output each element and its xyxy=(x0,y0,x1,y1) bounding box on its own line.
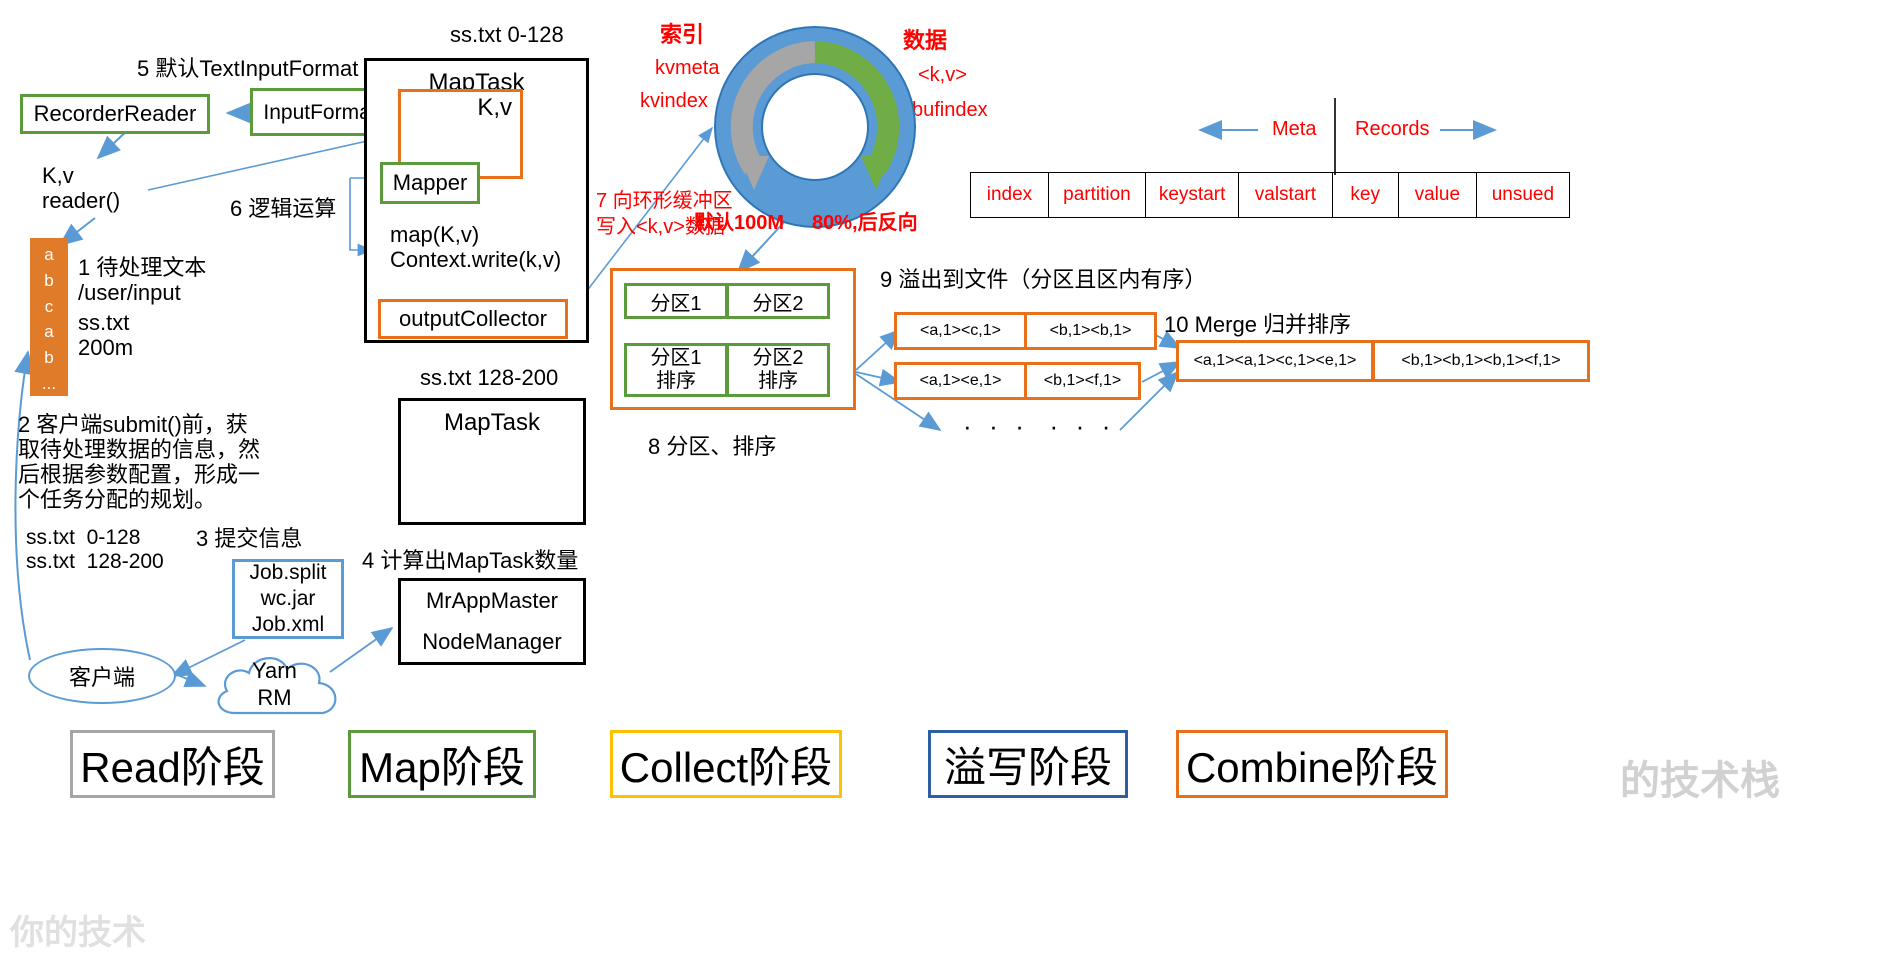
partition-2-sorted-box[interactable]: 分区2 排序 xyxy=(726,343,830,397)
job-xml-label: Job.xml xyxy=(251,613,325,637)
ring-kv-label: <k,v> xyxy=(918,64,967,86)
file-line: c xyxy=(44,296,54,316)
phase-combine-label: Combine阶段 xyxy=(1185,743,1439,791)
step-2-splits: ss.txt 0-128 ss.txt 128-200 xyxy=(26,526,164,573)
meta-header-cell: index xyxy=(971,173,1049,217)
step-1-label: 1 待处理文本 /user/input xyxy=(78,255,207,306)
merge-cell[interactable]: <b,1><b,1><b,1><f,1> xyxy=(1372,340,1590,382)
maptask1-title: ss.txt 0-128 xyxy=(450,22,564,47)
meta-header-cell: valstart xyxy=(1239,173,1333,217)
file-line: b xyxy=(44,348,54,368)
wc-jar-label: wc.jar xyxy=(260,586,316,610)
ring-kvindex-label: kvindex xyxy=(640,90,708,112)
partition-1-box[interactable]: 分区1 xyxy=(624,283,728,319)
meta-header-cell: value xyxy=(1399,173,1477,217)
step-6-label: 6 逻辑运算 xyxy=(230,196,337,221)
spill-ellipsis: · · · · · · xyxy=(963,411,1112,441)
recorder-reader-label: RecorderReader xyxy=(33,101,197,126)
step-5-label: 5 默认TextInputFormat xyxy=(137,56,359,81)
meta-records-table: index partition keystart valstart key va… xyxy=(970,172,1570,218)
merge-cell-label: <b,1><b,1><b,1><f,1> xyxy=(1401,352,1561,369)
kv-label: K,v xyxy=(477,94,512,121)
meta-header-cell: keystart xyxy=(1146,173,1240,217)
partition-1-sorted-box[interactable]: 分区1 排序 xyxy=(624,343,728,397)
mapper-box[interactable]: Mapper xyxy=(380,162,480,204)
maptask2-label: MapTask xyxy=(443,409,541,436)
output-collector-box[interactable]: outputCollector xyxy=(378,299,568,339)
phase-map-label: Map阶段 xyxy=(359,743,525,791)
yarn-rm-label: Yarn RM xyxy=(252,658,297,710)
output-collector-label: outputCollector xyxy=(399,306,547,331)
maptask2-title: ss.txt 128-200 xyxy=(420,365,559,390)
phase-map[interactable]: Map阶段 xyxy=(348,730,536,798)
client-label: 客户端 xyxy=(68,665,135,690)
spill-cell[interactable]: <b,1><b,1> xyxy=(1024,312,1157,350)
step-10-label: 10 Merge 归并排序 xyxy=(1164,312,1352,337)
ring-index-label: 索引 xyxy=(660,22,705,47)
phase-spill-label: 溢写阶段 xyxy=(943,743,1112,791)
node-manager-label: NodeManager xyxy=(422,628,562,654)
step-8-label: 8 分区、排序 xyxy=(648,434,777,459)
partition-1-sorted-label: 分区1 排序 xyxy=(650,347,702,392)
merge-cell-label: <a,1><a,1><c,1><e,1> xyxy=(1193,352,1357,369)
records-label: Records xyxy=(1355,118,1430,140)
step-1-file-info: ss.txt 200m xyxy=(78,310,134,361)
step-9-label: 9 溢出到文件（分区且区内有序） xyxy=(880,267,1207,292)
phase-read[interactable]: Read阶段 xyxy=(70,730,275,798)
spill-cell[interactable]: <b,1><f,1> xyxy=(1024,362,1141,400)
map-calls-label: map(K,v) Context.write(k,v) xyxy=(390,222,562,273)
meta-header-cell: key xyxy=(1333,173,1399,217)
phase-collect[interactable]: Collect阶段 xyxy=(610,730,842,798)
step-4-label: 4 计算出MapTask数量 xyxy=(362,548,579,573)
step-3-label: 3 提交信息 xyxy=(196,526,303,551)
spill-cell[interactable]: <a,1><e,1> xyxy=(894,362,1027,400)
mapper-label: Mapper xyxy=(392,170,468,195)
mr-app-master-label: MrAppMaster xyxy=(425,588,559,614)
meta-header-cell: unsued xyxy=(1491,184,1555,205)
merge-cell[interactable]: <a,1><a,1><c,1><e,1> xyxy=(1176,340,1374,382)
job-split-label: Job.split xyxy=(249,560,327,584)
spill-cell-label: <b,1><b,1> xyxy=(1049,322,1132,339)
input-file-block: a b c a b ... xyxy=(30,238,68,396)
ring-default-size-label: 默认100M xyxy=(694,212,785,234)
connector-layer xyxy=(14,92,1497,688)
watermark-text: 的技术栈 xyxy=(1620,759,1780,803)
phase-combine[interactable]: Combine阶段 xyxy=(1176,730,1448,798)
spill-cell[interactable]: <a,1><c,1> xyxy=(894,312,1027,350)
spill-cell-label: <a,1><e,1> xyxy=(919,372,1002,389)
file-line: b xyxy=(44,270,54,290)
client-ellipse[interactable]: 客户端 xyxy=(28,648,176,704)
partition-2-box[interactable]: 分区2 xyxy=(726,283,830,319)
file-line: a xyxy=(44,322,54,342)
file-line: ... xyxy=(41,374,57,394)
kv-reader-label: K,v reader() xyxy=(42,163,121,214)
mr-app-master-box[interactable]: MrAppMaster NodeManager xyxy=(398,578,586,665)
step-2-label: 2 客户端submit()前，获 取待处理数据的信息，然 后根据参数配置，形成一… xyxy=(18,412,261,513)
watermark-text-2: 你的技术 xyxy=(10,914,146,952)
partition-2-sorted-label: 分区2 排序 xyxy=(752,347,804,392)
submit-info-box[interactable]: Job.split wc.jar Job.xml xyxy=(232,559,344,639)
partition-1-label: 分区1 xyxy=(650,292,702,315)
diagram-canvas: RecorderReader InputFormat 5 默认TextInput… xyxy=(0,0,1890,965)
phase-spill[interactable]: 溢写阶段 xyxy=(928,730,1128,798)
meta-label: Meta xyxy=(1272,118,1317,140)
ring-threshold-label: 80%,后反向 xyxy=(812,212,918,234)
phase-collect-label: Collect阶段 xyxy=(619,743,833,791)
meta-header-cell: partition xyxy=(1049,173,1146,217)
recorder-reader-box[interactable]: RecorderReader xyxy=(20,94,210,134)
phase-read-label: Read阶段 xyxy=(80,743,265,791)
input-format-label: InputFormat xyxy=(263,100,377,124)
partition-2-label: 分区2 xyxy=(752,292,804,315)
file-line: a xyxy=(44,245,54,264)
spill-cell-label: <b,1><f,1> xyxy=(1043,372,1122,389)
ring-buffer-graphic xyxy=(714,26,916,228)
maptask2-box[interactable]: MapTask xyxy=(398,398,586,525)
spill-cell-label: <a,1><c,1> xyxy=(920,322,1001,339)
